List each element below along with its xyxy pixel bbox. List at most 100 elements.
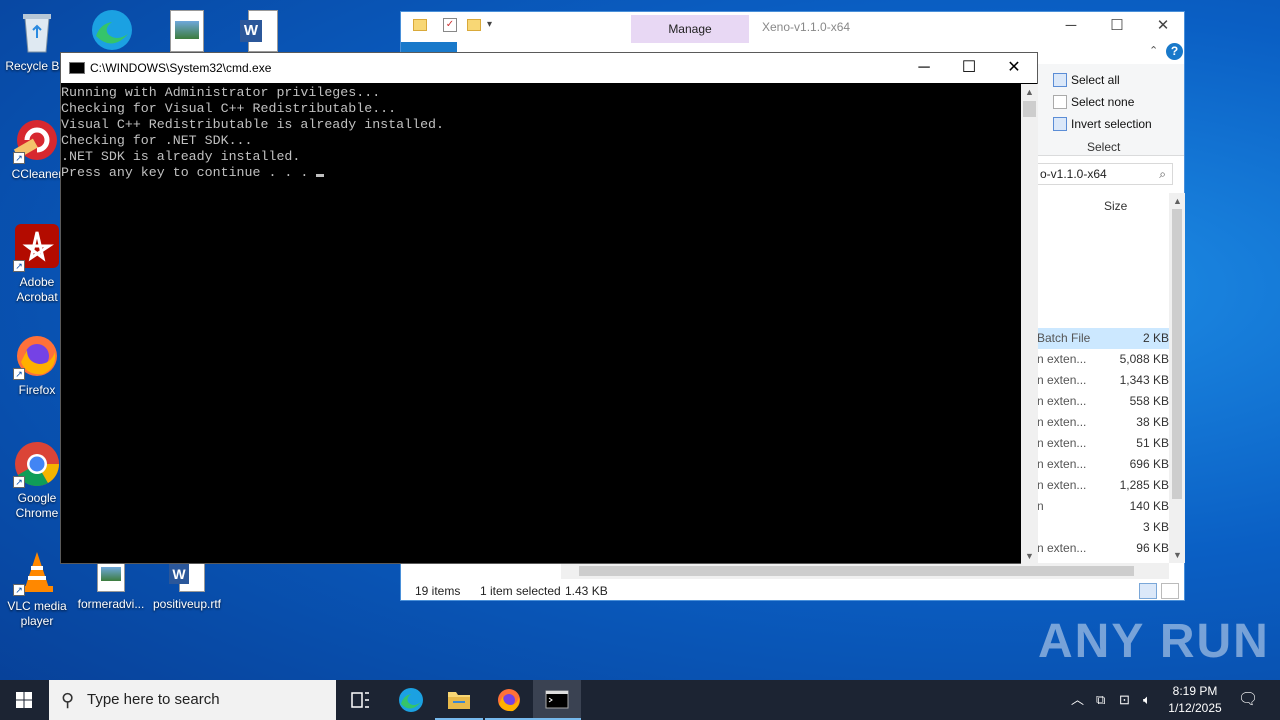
large-icons-view-icon[interactable]: [1161, 583, 1179, 599]
vertical-scrollbar[interactable]: ▲ ▼: [1169, 193, 1185, 563]
volume-icon[interactable]: 🔈︎: [1143, 680, 1151, 720]
status-selected: 1 item selected: [480, 584, 561, 598]
start-button[interactable]: [0, 680, 48, 720]
console-line: Checking for Visual C++ Redistributable.…: [61, 101, 397, 116]
status-bar: 19 items 1 item selected 1.43 KB: [401, 580, 1184, 602]
firefox-icon: ↗: [13, 332, 61, 380]
taskbar-firefox[interactable]: [485, 680, 533, 720]
select-all-icon: [1053, 73, 1067, 87]
clock[interactable]: 8:19 PM 1/12/2025: [1160, 683, 1230, 717]
console-line: Running with Administrator privileges...: [61, 85, 381, 100]
scroll-down-icon[interactable]: ▼: [1021, 548, 1038, 564]
scrollbar-thumb[interactable]: [1172, 209, 1182, 499]
image-file-desktop-icon[interactable]: [170, 10, 204, 52]
select-all-label: Select all: [1071, 73, 1120, 87]
invert-selection-label: Invert selection: [1071, 117, 1152, 131]
file-size: 96 KB: [1136, 541, 1169, 555]
desktop-icon-label: Firefox: [18, 383, 56, 397]
scrollbar-thumb[interactable]: [1023, 101, 1036, 117]
file-list: Batch File 2 KB n exten... 5,088 KB n exte…: [1037, 328, 1169, 559]
cmd-scrollbar[interactable]: ▲ ▼: [1021, 84, 1038, 564]
file-row[interactable]: n exten... 51 KB: [1037, 433, 1169, 454]
taskbar-edge[interactable]: [387, 680, 435, 720]
file-size: 1,285 KB: [1119, 478, 1169, 492]
taskbar: ⚲ Type here to search ︿ ⧉ ⊡ 🔈︎ 8:19 PM 1…: [0, 680, 1280, 720]
desktop-icon-label: formeradvi...: [77, 597, 145, 611]
file-row[interactable]: n exten... 1,285 KB: [1037, 475, 1169, 496]
manage-tab[interactable]: Manage: [631, 15, 749, 43]
properties-icon[interactable]: ✓: [443, 18, 457, 32]
file-size: 696 KB: [1129, 457, 1169, 471]
console-line: .NET SDK is already installed.: [61, 149, 301, 164]
vlc-cone-icon: ↗: [13, 548, 61, 596]
cmd-icon: [545, 690, 569, 709]
scroll-down-icon[interactable]: ▼: [1169, 547, 1186, 563]
file-type: n exten...: [1037, 415, 1087, 429]
windows-logo-icon: [16, 692, 32, 708]
horizontal-scrollbar[interactable]: [561, 563, 1169, 579]
details-view-icon[interactable]: [1139, 583, 1157, 599]
file-type: n exten...: [1037, 478, 1087, 492]
word-file-desktop-icon[interactable]: W: [240, 10, 278, 52]
taskbar-search-box[interactable]: ⚲ Type here to search: [49, 680, 336, 720]
search-box[interactable]: o-v1.1.0-x64 ⌕: [1037, 163, 1173, 185]
scrollbar-thumb[interactable]: [579, 566, 1134, 576]
show-hidden-icons-chevron-icon[interactable]: ︿: [1071, 680, 1084, 720]
help-icon[interactable]: ?: [1166, 43, 1183, 60]
file-row[interactable]: Batch File 2 KB: [1037, 328, 1169, 349]
cmd-maximize-button[interactable]: ☐: [946, 53, 992, 83]
cmd-close-button[interactable]: ✕: [991, 53, 1037, 83]
file-type: n exten...: [1037, 352, 1087, 366]
task-view-button[interactable]: [336, 680, 384, 720]
minimize-button[interactable]: ─: [1048, 12, 1094, 42]
console-line: Visual C++ Redistributable is already in…: [61, 117, 445, 132]
scroll-up-icon[interactable]: ▲: [1169, 193, 1186, 209]
search-box-text: o-v1.1.0-x64: [1040, 167, 1107, 181]
invert-selection-button[interactable]: Invert selection: [1053, 114, 1152, 134]
anyrun-watermark: ANY RUN: [1038, 615, 1270, 668]
cmd-minimize-button[interactable]: ─: [901, 53, 947, 83]
select-none-icon: [1053, 95, 1067, 109]
file-row[interactable]: n exten... 96 KB: [1037, 538, 1169, 559]
file-size: 1,343 KB: [1119, 373, 1169, 387]
file-row[interactable]: n exten... 558 KB: [1037, 391, 1169, 412]
taskbar-cmd[interactable]: [533, 680, 581, 720]
edge-desktop-icon[interactable]: [86, 6, 138, 52]
cmd-titlebar[interactable]: C:\WINDOWS\System32\cmd.exe ─ ☐ ✕: [61, 53, 1037, 83]
file-row[interactable]: n exten... 1,343 KB: [1037, 370, 1169, 391]
network-icon[interactable]: ⊡: [1119, 680, 1130, 720]
search-icon: ⌕: [1159, 167, 1166, 181]
file-type: n exten...: [1037, 373, 1087, 387]
new-folder-icon[interactable]: [467, 19, 481, 31]
network-device-icon[interactable]: ⧉: [1096, 680, 1105, 720]
desktop-icon-formeradvi[interactable]: formeradvi...: [74, 556, 148, 612]
cmd-title: C:\WINDOWS\System32\cmd.exe: [90, 61, 272, 75]
console-line: Press any key to continue . . .: [61, 165, 317, 180]
scroll-up-icon[interactable]: ▲: [1021, 84, 1038, 100]
select-none-button[interactable]: Select none: [1053, 92, 1134, 112]
file-row[interactable]: n exten... 38 KB: [1037, 412, 1169, 433]
console-output[interactable]: Running with Administrator privileges...…: [61, 84, 1019, 564]
firefox-icon: [498, 689, 520, 712]
notification-icon[interactable]: 🗨︎: [1238, 680, 1258, 720]
file-size: 51 KB: [1136, 436, 1169, 450]
quick-access-dropdown-icon[interactable]: ▾: [487, 19, 492, 30]
file-size: 2 KB: [1142, 331, 1169, 345]
file-row[interactable]: n exten... 5,088 KB: [1037, 349, 1169, 370]
file-row[interactable]: n exten... 696 KB: [1037, 454, 1169, 475]
file-row[interactable]: n 140 KB: [1037, 496, 1169, 517]
invert-selection-icon: [1053, 117, 1067, 131]
status-item-count: 19 items: [415, 584, 461, 598]
explorer-titlebar[interactable]: ✓ ▾ Manage Xeno-v1.1.0-x64 ─ ☐ ✕: [401, 12, 1186, 43]
folder-icon: [448, 692, 470, 709]
taskbar-file-explorer[interactable]: [435, 680, 483, 720]
column-header-size[interactable]: Size: [1104, 199, 1127, 213]
select-all-button[interactable]: Select all: [1053, 70, 1120, 90]
shortcut-arrow-icon: ↗: [13, 584, 25, 596]
ribbon-collapse-icon[interactable]: ⌃: [1149, 44, 1158, 57]
file-row[interactable]: 3 KB: [1037, 517, 1169, 538]
desktop-icon-positiveup[interactable]: W positiveup.rtf: [150, 556, 224, 612]
maximize-button[interactable]: ☐: [1094, 12, 1140, 42]
close-button[interactable]: ✕: [1140, 12, 1186, 42]
cmd-window[interactable]: C:\WINDOWS\System32\cmd.exe ─ ☐ ✕ Runnin…: [60, 52, 1038, 564]
